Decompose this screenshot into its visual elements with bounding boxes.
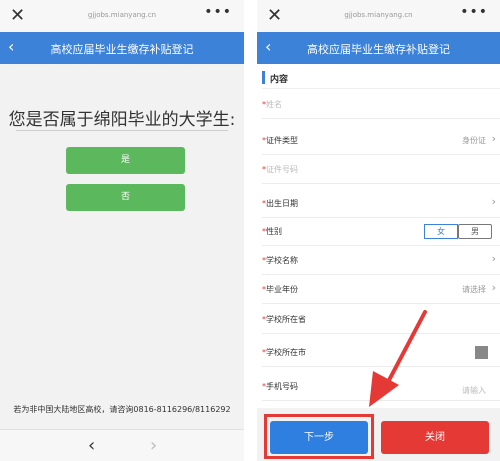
close-button[interactable]: 关闭	[381, 421, 489, 454]
field-label: 学校名称	[266, 256, 298, 265]
field-id-number[interactable]: *证件号码	[262, 156, 500, 184]
question-text: 您是否属于绵阳毕业的大学生:	[8, 110, 236, 130]
section-header: 内容	[262, 67, 500, 89]
field-label: 学校所在省	[266, 315, 306, 324]
action-bar: 下一步 关闭	[257, 408, 500, 461]
title-bar: ‹ 高校应届毕业生缴存补贴登记	[0, 32, 244, 64]
city-selector-box[interactable]	[475, 346, 488, 359]
browser-nav-bar: ‹ ›	[0, 429, 244, 461]
browser-bar: ✕ gjjobs.mianyang.cn •••	[257, 0, 500, 32]
contact-footnote: 若为非中国大陆地区高校，请咨询0816-8116296/8116292	[13, 405, 231, 414]
chevron-right-icon: ›	[491, 281, 496, 294]
field-graduation-year[interactable]: *毕业年份 请选择 ›	[262, 276, 500, 304]
field-name[interactable]: *姓名	[262, 91, 500, 119]
left-phone-screen: ✕ gjjobs.mianyang.cn ••• ‹ 高校应届毕业生缴存补贴登记…	[0, 0, 244, 461]
browser-bar: ✕ gjjobs.mianyang.cn •••	[0, 0, 244, 32]
title-bar: ‹ 高校应届毕业生缴存补贴登记	[257, 32, 500, 64]
field-label: 姓名	[266, 100, 282, 109]
more-icon[interactable]: •••	[204, 4, 232, 20]
gender-female-option[interactable]: 女	[424, 224, 458, 239]
field-id-type[interactable]: *证件类型 身份证 ›	[262, 127, 500, 155]
page-title: 高校应届毕业生缴存补贴登记	[307, 43, 450, 56]
field-label: 手机号码	[266, 382, 298, 391]
more-icon[interactable]: •••	[460, 4, 488, 20]
section-title: 内容	[270, 75, 289, 85]
field-label: 证件号码	[266, 165, 298, 174]
right-phone-screen: ✕ gjjobs.mianyang.cn ••• ‹ 高校应届毕业生缴存补贴登记…	[257, 0, 500, 461]
section-accent-bar	[262, 71, 265, 84]
phone-input-placeholder[interactable]: 请输入	[462, 385, 486, 396]
yes-button[interactable]: 是	[66, 147, 185, 174]
chevron-right-icon: ›	[491, 252, 496, 265]
field-birth-date[interactable]: *出生日期 ›	[262, 190, 500, 218]
field-phone[interactable]: *手机号码 请输入	[262, 373, 500, 401]
next-step-button[interactable]: 下一步	[270, 421, 368, 454]
page-title: 高校应届毕业生缴存补贴登记	[50, 43, 194, 56]
chevron-right-icon: ›	[491, 195, 496, 208]
field-school-city[interactable]: *学校所在市	[262, 339, 500, 367]
field-label: 证件类型	[266, 136, 298, 145]
field-label: 性别	[266, 227, 282, 236]
field-school-name[interactable]: *学校名称 ›	[262, 247, 500, 275]
field-gender: *性别 女 男	[262, 218, 500, 246]
chevron-right-icon: ›	[491, 132, 496, 145]
field-label: 学校所在市	[266, 348, 306, 357]
field-school-province[interactable]: *学校所在省	[262, 306, 500, 334]
divider	[16, 130, 228, 131]
gender-male-option[interactable]: 男	[458, 224, 492, 239]
field-label: 出生日期	[266, 199, 298, 208]
field-label: 毕业年份	[266, 285, 298, 294]
back-nav-icon[interactable]: ‹	[88, 435, 95, 456]
no-button[interactable]: 否	[66, 184, 185, 211]
forward-nav-icon[interactable]: ›	[150, 435, 157, 456]
field-value: 请选择	[462, 285, 486, 294]
field-value: 身份证	[462, 136, 486, 145]
